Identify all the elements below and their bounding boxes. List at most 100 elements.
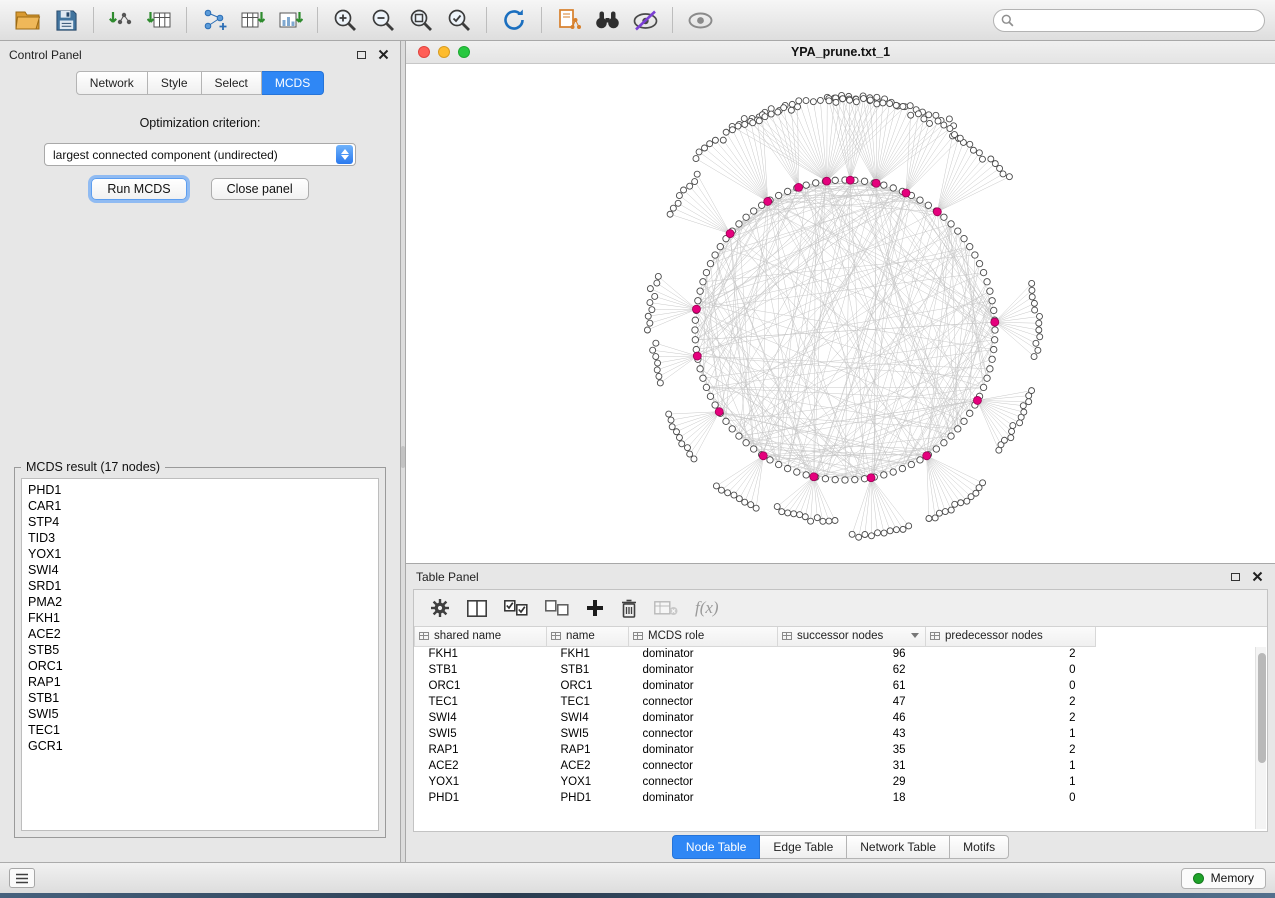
window-minimize-icon[interactable] [438, 46, 450, 58]
mcds-result-item[interactable]: STB5 [28, 642, 372, 658]
table-cell[interactable]: 1 [926, 726, 1096, 742]
zoom-out-icon[interactable] [365, 4, 401, 36]
table-cell[interactable]: connector [629, 694, 778, 710]
function-builder-icon[interactable]: f(x) [695, 598, 719, 618]
table-cell[interactable]: connector [629, 726, 778, 742]
table-cell[interactable]: 35 [778, 742, 926, 758]
network-canvas[interactable] [406, 64, 1275, 563]
table-cell[interactable]: dominator [629, 678, 778, 694]
tab-motifs[interactable]: Motifs [950, 835, 1009, 859]
column-header-predecessor-nodes[interactable]: predecessor nodes [926, 627, 1096, 646]
find-icon[interactable] [589, 4, 625, 36]
table-cell[interactable]: dominator [629, 646, 778, 662]
table-cell[interactable]: 2 [926, 742, 1096, 758]
mcds-result-list[interactable]: PHD1CAR1STP4TID3YOX1SWI4SRD1PMA2FKH1ACE2… [21, 478, 379, 831]
table-row[interactable]: RAP1RAP1dominator352 [415, 742, 1096, 758]
table-cell[interactable]: 2 [926, 710, 1096, 726]
table-row[interactable]: SWI4SWI4dominator462 [415, 710, 1096, 726]
mcds-result-item[interactable]: ORC1 [28, 658, 372, 674]
window-close-icon[interactable] [418, 46, 430, 58]
mcds-result-item[interactable]: STB1 [28, 690, 372, 706]
close-table-panel-icon[interactable] [1249, 569, 1265, 585]
table-row[interactable]: FKH1FKH1dominator962 [415, 646, 1096, 662]
table-cell[interactable]: SWI4 [547, 710, 629, 726]
export-image-icon[interactable] [272, 4, 308, 36]
split-panel-icon[interactable] [467, 600, 487, 617]
table-cell[interactable]: PHD1 [547, 790, 629, 806]
zoom-fit-icon[interactable] [403, 4, 439, 36]
table-cell[interactable]: connector [629, 758, 778, 774]
table-cell[interactable]: TEC1 [547, 694, 629, 710]
table-cell[interactable]: 1 [926, 758, 1096, 774]
table-cell[interactable]: 46 [778, 710, 926, 726]
zoom-selected-icon[interactable] [441, 4, 477, 36]
table-cell[interactable]: ACE2 [415, 758, 547, 774]
mcds-result-item[interactable]: RAP1 [28, 674, 372, 690]
column-header-shared-name[interactable]: shared name [415, 627, 547, 646]
log-console-icon[interactable] [9, 868, 35, 888]
table-cell[interactable]: 18 [778, 790, 926, 806]
close-panel-icon[interactable] [375, 47, 391, 63]
mcds-result-item[interactable]: STP4 [28, 514, 372, 530]
table-row[interactable]: ORC1ORC1dominator610 [415, 678, 1096, 694]
table-cell[interactable]: YOX1 [415, 774, 547, 790]
export-table-icon[interactable] [234, 4, 270, 36]
table-cell[interactable]: FKH1 [547, 646, 629, 662]
table-cell[interactable]: ORC1 [415, 678, 547, 694]
table-scrollbar-thumb[interactable] [1258, 653, 1266, 763]
sort-menu-icon[interactable] [911, 633, 919, 638]
float-panel-icon[interactable] [353, 47, 369, 63]
save-session-icon[interactable] [48, 4, 84, 36]
table-cell[interactable]: dominator [629, 742, 778, 758]
table-cell[interactable]: SWI4 [415, 710, 547, 726]
float-table-panel-icon[interactable] [1227, 569, 1243, 585]
table-cell[interactable]: FKH1 [415, 646, 547, 662]
import-table-icon[interactable] [141, 4, 177, 36]
table-cell[interactable]: RAP1 [547, 742, 629, 758]
mcds-result-item[interactable]: CAR1 [28, 498, 372, 514]
gear-icon[interactable] [430, 598, 450, 618]
tab-select[interactable]: Select [202, 71, 262, 95]
mcds-result-item[interactable]: GCR1 [28, 738, 372, 754]
table-cell[interactable]: 62 [778, 662, 926, 678]
table-cell[interactable]: 29 [778, 774, 926, 790]
new-network-icon[interactable] [196, 4, 232, 36]
mcds-result-item[interactable]: SRD1 [28, 578, 372, 594]
run-mcds-button[interactable]: Run MCDS [91, 178, 186, 200]
criterion-dropdown[interactable]: largest connected component (undirected) [44, 143, 356, 166]
table-row[interactable]: STB1STB1dominator620 [415, 662, 1096, 678]
refresh-icon[interactable] [496, 4, 532, 36]
table-cell[interactable]: RAP1 [415, 742, 547, 758]
table-cell[interactable]: 2 [926, 694, 1096, 710]
table-cell[interactable]: PHD1 [415, 790, 547, 806]
table-row[interactable]: YOX1YOX1connector291 [415, 774, 1096, 790]
table-cell[interactable]: SWI5 [415, 726, 547, 742]
mcds-result-item[interactable]: FKH1 [28, 610, 372, 626]
mcds-result-item[interactable]: TEC1 [28, 722, 372, 738]
mcds-result-item[interactable]: SWI5 [28, 706, 372, 722]
tab-network-table[interactable]: Network Table [847, 835, 950, 859]
table-row[interactable]: SWI5SWI5connector431 [415, 726, 1096, 742]
table-cell[interactable]: 1 [926, 774, 1096, 790]
tab-network[interactable]: Network [76, 71, 148, 95]
table-cell[interactable]: ACE2 [547, 758, 629, 774]
mcds-result-item[interactable]: TID3 [28, 530, 372, 546]
table-cell[interactable]: 0 [926, 678, 1096, 694]
delete-table-icon[interactable] [654, 600, 678, 616]
table-cell[interactable]: TEC1 [415, 694, 547, 710]
network-graph[interactable] [406, 64, 1275, 562]
delete-column-icon[interactable] [621, 599, 637, 618]
table-cell[interactable]: 31 [778, 758, 926, 774]
memory-button[interactable]: Memory [1181, 868, 1266, 889]
table-row[interactable]: PHD1PHD1dominator180 [415, 790, 1096, 806]
splitter-handle-icon[interactable] [401, 446, 405, 468]
open-session-icon[interactable] [10, 4, 46, 36]
tab-edge-table[interactable]: Edge Table [760, 835, 847, 859]
table-cell[interactable]: dominator [629, 662, 778, 678]
table-cell[interactable]: SWI5 [547, 726, 629, 742]
table-cell[interactable]: YOX1 [547, 774, 629, 790]
tab-mcds[interactable]: MCDS [262, 71, 324, 95]
import-network-icon[interactable] [103, 4, 139, 36]
network-window-titlebar[interactable]: YPA_prune.txt_1 [406, 41, 1275, 64]
zoom-in-icon[interactable] [327, 4, 363, 36]
